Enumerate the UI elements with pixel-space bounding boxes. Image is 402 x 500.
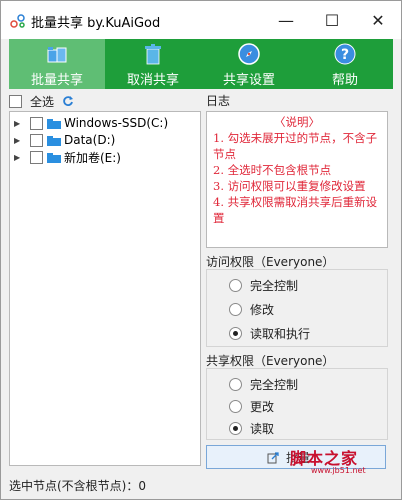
expand-arrow-icon[interactable]: ▶ bbox=[14, 119, 24, 128]
radio-button-selected[interactable] bbox=[229, 327, 242, 340]
tree-item-checkbox[interactable] bbox=[30, 116, 43, 130]
tree-item[interactable]: ▶ Windows-SSD(C:) bbox=[14, 115, 168, 131]
share-settings-button[interactable]: 共享设置 bbox=[201, 39, 297, 89]
toolbar-label-help: 帮助 bbox=[331, 73, 358, 88]
radio-label: 更改 bbox=[250, 400, 275, 414]
radio-button-selected[interactable] bbox=[229, 422, 242, 435]
radio-button[interactable] bbox=[229, 378, 242, 391]
tree-item[interactable]: ▶ Data(D:) bbox=[14, 132, 115, 148]
share-icon bbox=[267, 451, 279, 463]
select-all-row: 全选 bbox=[9, 93, 74, 109]
batch-share-button[interactable]: 批量共享 bbox=[9, 39, 105, 89]
app-logo-icon bbox=[10, 14, 25, 28]
log-heading: 〈说明〉 bbox=[274, 115, 320, 129]
log-line: 3. 访问权限可以重复修改设置 bbox=[213, 179, 366, 193]
help-button[interactable]: ? 帮助 bbox=[297, 39, 393, 89]
access-option-full-control[interactable]: 完全控制 bbox=[229, 277, 298, 294]
select-all-label: 全选 bbox=[30, 94, 55, 109]
help-icon: ? bbox=[334, 43, 356, 65]
radio-button[interactable] bbox=[229, 279, 242, 292]
app-window: 批量共享 by.KuAiGod — ☐ ✕ 批量共享 取消共享 共享设置 ? 帮… bbox=[0, 0, 402, 500]
log-line: 1. 勾选未展开过的节点，不含子节点 bbox=[213, 131, 378, 161]
cancel-share-button[interactable]: 取消共享 bbox=[105, 39, 201, 89]
toolbar-label-batch-share: 批量共享 bbox=[30, 73, 83, 88]
tree-item-label: Windows-SSD(C:) bbox=[64, 116, 169, 130]
share-option-full-control[interactable]: 完全控制 bbox=[229, 376, 298, 393]
folder-icon bbox=[47, 152, 61, 163]
share-permission-group: 完全控制 更改 读取 bbox=[206, 368, 388, 440]
watermark-url: www.jb51.net bbox=[311, 466, 366, 475]
log-panel: 〈说明〉 1. 勾选未展开过的节点，不含子节点 2. 全选时不包含根节点 3. … bbox=[206, 111, 388, 248]
log-line: 4. 共享权限需取消共享后重新设置 bbox=[213, 195, 378, 225]
tree-item-label: 新加卷(E:) bbox=[64, 150, 121, 165]
radio-label: 完全控制 bbox=[250, 378, 299, 392]
close-button[interactable]: ✕ bbox=[355, 1, 401, 39]
select-all-checkbox[interactable] bbox=[9, 94, 22, 108]
access-option-modify[interactable]: 修改 bbox=[229, 301, 274, 318]
toolbar: 批量共享 取消共享 共享设置 ? 帮助 bbox=[9, 39, 393, 89]
share-folders-icon bbox=[47, 47, 67, 63]
radio-label: 完全控制 bbox=[250, 279, 299, 293]
share-option-change[interactable]: 更改 bbox=[229, 398, 274, 415]
expand-arrow-icon[interactable]: ▶ bbox=[14, 136, 24, 145]
folder-icon bbox=[47, 135, 61, 146]
svg-text:?: ? bbox=[341, 47, 349, 63]
tree-item[interactable]: ▶ 新加卷(E:) bbox=[14, 149, 121, 165]
tree-item-checkbox[interactable] bbox=[30, 133, 43, 147]
tree-item-label: Data(D:) bbox=[64, 133, 116, 147]
log-line: 2. 全选时不包含根节点 bbox=[213, 163, 332, 177]
share-permission-title: 共享权限（Everyone） bbox=[206, 354, 335, 368]
status-text: 选中节点(不含根节点)：0 bbox=[9, 479, 146, 493]
radio-label: 修改 bbox=[250, 303, 275, 317]
share-option-read[interactable]: 读取 bbox=[229, 420, 274, 437]
access-permission-group: 完全控制 修改 读取和执行 bbox=[206, 269, 388, 347]
refresh-icon[interactable] bbox=[62, 95, 74, 107]
toolbar-label-share-settings: 共享设置 bbox=[222, 73, 275, 88]
drive-tree: ▶ Windows-SSD(C:) ▶ Data(D:) ▶ 新加卷(E:) bbox=[9, 111, 201, 466]
trash-icon bbox=[145, 44, 161, 65]
toolbar-label-cancel-share: 取消共享 bbox=[126, 73, 179, 88]
window-title: 批量共享 by.KuAiGod bbox=[31, 16, 161, 31]
access-permission-title: 访问权限（Everyone） bbox=[206, 255, 335, 269]
expand-arrow-icon[interactable]: ▶ bbox=[14, 153, 24, 162]
title-bar: 批量共享 by.KuAiGod — ☐ ✕ bbox=[1, 1, 401, 39]
radio-button[interactable] bbox=[229, 303, 242, 316]
minimize-button[interactable]: — bbox=[263, 1, 309, 39]
radio-label: 读取 bbox=[250, 422, 275, 436]
access-option-read-execute[interactable]: 读取和执行 bbox=[229, 325, 310, 342]
compass-icon bbox=[238, 43, 260, 65]
maximize-button[interactable]: ☐ bbox=[309, 1, 355, 39]
tree-item-checkbox[interactable] bbox=[30, 150, 43, 164]
radio-button[interactable] bbox=[229, 400, 242, 413]
folder-icon bbox=[47, 118, 61, 129]
radio-label: 读取和执行 bbox=[250, 327, 311, 341]
log-title: 日志 bbox=[206, 94, 231, 108]
